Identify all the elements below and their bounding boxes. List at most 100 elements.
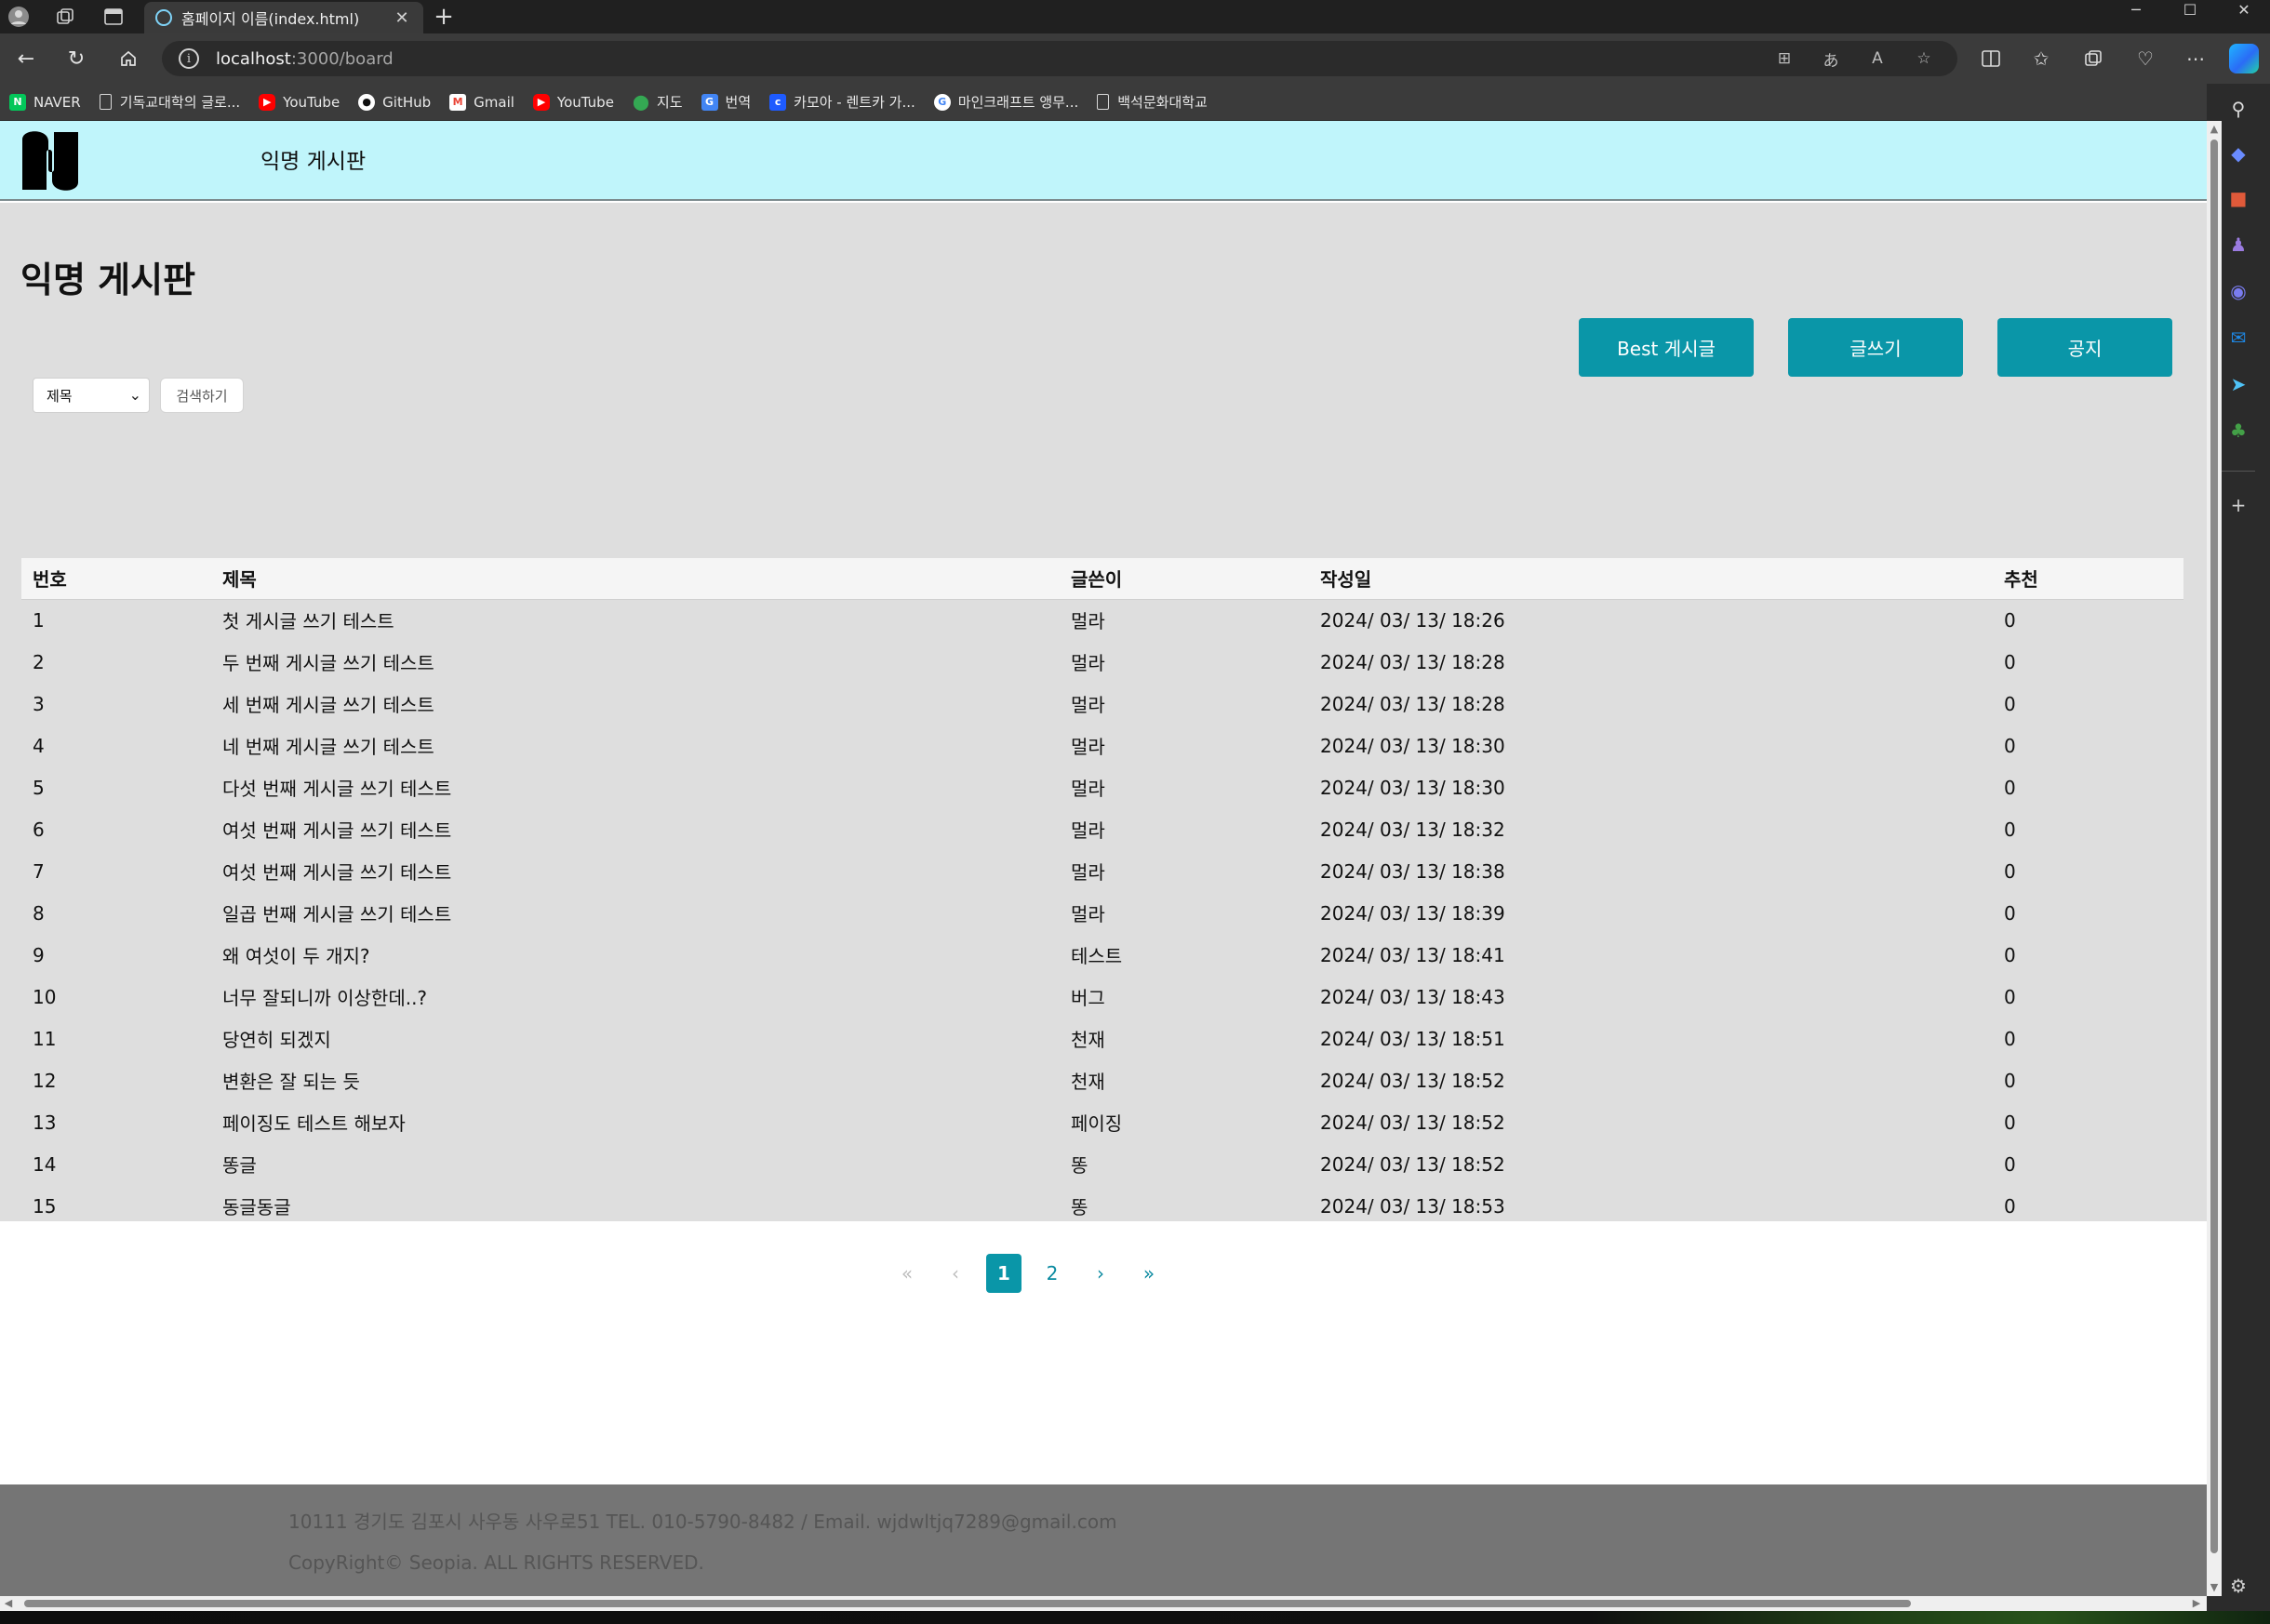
scroll-up-arrow-icon[interactable]: ▲ (2209, 123, 2220, 136)
vertical-scroll-thumb[interactable] (2210, 140, 2218, 1553)
new-tab-button[interactable]: + (430, 3, 458, 31)
maximize-icon[interactable]: ☐ (2164, 0, 2216, 19)
cell-title[interactable]: 동글동글 (211, 1185, 1060, 1227)
bookmark-translate[interactable]: G 번역 (701, 92, 752, 112)
tools-icon[interactable]: ■ (2223, 182, 2254, 214)
bookmark-label: 마인크래프트 앵무... (957, 94, 1079, 111)
table-row[interactable]: 12 변환은 잘 되는 듯 천재 2024/ 03/ 13/ 18:52 0 (21, 1059, 2183, 1101)
back-arrow-icon[interactable]: ← (11, 44, 41, 73)
table-row[interactable]: 5 다섯 번째 게시글 쓰기 테스트 멀라 2024/ 03/ 13/ 18:30 0 (21, 766, 2183, 808)
games-icon[interactable]: ♟ (2223, 229, 2254, 260)
scroll-left-arrow-icon[interactable]: ◀ (2, 1597, 15, 1610)
cell-title[interactable]: 당연히 되겠지 (211, 1018, 1060, 1059)
bookmark-carmore[interactable]: c 카모아 - 렌트카 가... (769, 92, 915, 112)
cell-title[interactable]: 일곱 번째 게시글 쓰기 테스트 (211, 892, 1060, 934)
cell-title[interactable]: 여섯 번째 게시글 쓰기 테스트 (211, 808, 1060, 850)
refresh-icon[interactable]: ↻ (61, 44, 91, 73)
notice-button[interactable]: 공지 (1997, 318, 2172, 377)
header-nav-board[interactable]: 익명 게시판 (260, 143, 366, 175)
telegram-icon[interactable]: ➤ (2223, 368, 2254, 400)
shopping-tag-icon[interactable]: ◆ (2223, 138, 2254, 169)
copilot-sidebar-icon[interactable]: ◉ (2223, 275, 2254, 307)
table-row[interactable]: 11 당연히 되겠지 천재 2024/ 03/ 13/ 18:51 0 (21, 1018, 2183, 1059)
search-button[interactable]: 검색하기 (160, 378, 244, 413)
workspaces-icon[interactable] (52, 4, 78, 30)
close-window-icon[interactable]: ✕ (2218, 0, 2270, 19)
write-button[interactable]: 글쓰기 (1788, 318, 1963, 377)
cell-title[interactable]: 똥글 (211, 1143, 1060, 1185)
cell-title[interactable]: 페이징도 테스트 해보자 (211, 1101, 1060, 1143)
horizontal-scroll-thumb[interactable] (24, 1600, 1911, 1607)
first-page-button[interactable]: « (889, 1254, 925, 1293)
cell-title[interactable]: 첫 게시글 쓰기 테스트 (211, 599, 1060, 641)
bookmark-christian-univ[interactable]: 기독교대학의 글로... (99, 92, 240, 112)
vertical-tabs-icon[interactable] (100, 4, 127, 30)
sidebar-settings-gear-icon[interactable]: ⚙ (2223, 1570, 2254, 1602)
table-row[interactable]: 6 여섯 번째 게시글 쓰기 테스트 멀라 2024/ 03/ 13/ 18:32 0 (21, 808, 2183, 850)
bookmark-minecraft[interactable]: G 마인크래프트 앵무... (933, 92, 1079, 112)
table-row[interactable]: 4 네 번째 게시글 쓰기 테스트 멀라 2024/ 03/ 13/ 18:30 0 (21, 725, 2183, 766)
scroll-down-arrow-icon[interactable]: ▼ (2209, 1581, 2220, 1594)
cell-recommend: 0 (2004, 1152, 2016, 1176)
bookmark-youtube[interactable]: ▶ YouTube (259, 93, 340, 111)
cell-title[interactable]: 변환은 잘 되는 듯 (211, 1059, 1060, 1101)
collections-icon[interactable] (2078, 44, 2108, 73)
table-row[interactable]: 14 똥글 똥 2024/ 03/ 13/ 18:52 0 (21, 1143, 2183, 1185)
app-available-icon[interactable]: ⊞ (1771, 47, 1797, 71)
active-tab[interactable]: 홈페이지 이름(index.html) ✕ (144, 2, 423, 33)
cell-title[interactable]: 세 번째 게시글 쓰기 테스트 (211, 683, 1060, 725)
home-icon[interactable] (114, 44, 143, 73)
table-row[interactable]: 3 세 번째 게시글 쓰기 테스트 멀라 2024/ 03/ 13/ 18:28 0 (21, 683, 2183, 725)
favorites-icon[interactable]: ✩ (2026, 44, 2056, 73)
page-2-button[interactable]: 2 (1035, 1254, 1070, 1293)
table-row[interactable]: 8 일곱 번째 게시글 쓰기 테스트 멀라 2024/ 03/ 13/ 18:39 0 (21, 892, 2183, 934)
profile-avatar-icon[interactable] (6, 4, 32, 30)
bookmark-baekseok[interactable]: 백석문화대학교 (1097, 92, 1208, 112)
outlook-icon[interactable]: ✉ (2223, 322, 2254, 353)
search-icon[interactable]: ⚲ (2223, 93, 2254, 125)
cell-title[interactable]: 네 번째 게시글 쓰기 테스트 (211, 725, 1060, 766)
read-aloud-icon[interactable]: A (1864, 47, 1890, 71)
page-1-button[interactable]: 1 (986, 1254, 1022, 1293)
favorite-star-icon[interactable]: ☆ (1911, 47, 1937, 71)
address-bar[interactable]: i localhost:3000/board ⊞ あ A ☆ (162, 41, 1957, 76)
cell-title[interactable]: 왜 여섯이 두 개지? (211, 934, 1060, 976)
cell-title[interactable]: 여섯 번째 게시글 쓰기 테스트 (211, 850, 1060, 892)
cell-date: 2024/ 03/ 13/ 18:32 (1320, 818, 1505, 841)
prev-page-button[interactable]: ‹ (938, 1254, 973, 1293)
bookmark-maps[interactable]: ⬤ 지도 (633, 92, 683, 112)
next-page-button[interactable]: › (1083, 1254, 1118, 1293)
cell-date: 2024/ 03/ 13/ 18:26 (1320, 608, 1505, 632)
bookmark-youtube-2[interactable]: ▶ YouTube (532, 93, 614, 111)
browser-essentials-icon[interactable]: ♡ (2130, 44, 2160, 73)
table-row[interactable]: 2 두 번째 게시글 쓰기 테스트 멀라 2024/ 03/ 13/ 18:28 0 (21, 641, 2183, 683)
table-row[interactable]: 10 너무 잘되니까 이상한데..? 버그 2024/ 03/ 13/ 18:43 0 (21, 976, 2183, 1018)
best-posts-button[interactable]: Best 게시글 (1579, 318, 1754, 377)
bookmark-label: 번역 (725, 94, 752, 111)
search-type-select[interactable]: 제목 ⌄ (33, 378, 150, 413)
bookmark-gmail[interactable]: M Gmail (449, 93, 514, 111)
bookmark-naver[interactable]: N NAVER (9, 93, 81, 111)
bookmark-github[interactable]: ● GitHub (358, 93, 431, 111)
cell-title[interactable]: 다섯 번째 게시글 쓰기 테스트 (211, 766, 1060, 808)
table-row[interactable]: 1 첫 게시글 쓰기 테스트 멀라 2024/ 03/ 13/ 18:26 0 (21, 599, 2183, 641)
last-page-button[interactable]: » (1131, 1254, 1167, 1293)
more-menu-icon[interactable]: ⋯ (2181, 44, 2210, 73)
table-row[interactable]: 7 여섯 번째 게시글 쓰기 테스트 멀라 2024/ 03/ 13/ 18:38 0 (21, 850, 2183, 892)
add-sidebar-app-icon[interactable]: + (2223, 489, 2254, 521)
split-screen-icon[interactable] (1976, 44, 2006, 73)
copilot-icon[interactable] (2229, 44, 2259, 73)
cell-recommend: 0 (2004, 1194, 2016, 1218)
minimize-icon[interactable]: ─ (2110, 0, 2162, 19)
tab-close-icon[interactable]: ✕ (392, 8, 412, 28)
table-row[interactable]: 15 동글동글 똥 2024/ 03/ 13/ 18:53 0 (21, 1185, 2183, 1227)
table-row[interactable]: 13 페이징도 테스트 해보자 페이징 2024/ 03/ 13/ 18:52 0 (21, 1101, 2183, 1143)
site-logo-icon[interactable] (20, 130, 80, 192)
tree-icon[interactable]: ♣ (2223, 415, 2254, 446)
site-info-icon[interactable]: i (179, 48, 199, 69)
cell-title[interactable]: 너무 잘되니까 이상한데..? (211, 976, 1060, 1018)
cell-title[interactable]: 두 번째 게시글 쓰기 테스트 (211, 641, 1060, 683)
table-row[interactable]: 9 왜 여섯이 두 개지? 테스트 2024/ 03/ 13/ 18:41 0 (21, 934, 2183, 976)
translate-page-icon[interactable]: あ (1818, 47, 1844, 71)
scroll-right-arrow-icon[interactable]: ▶ (2190, 1597, 2203, 1610)
